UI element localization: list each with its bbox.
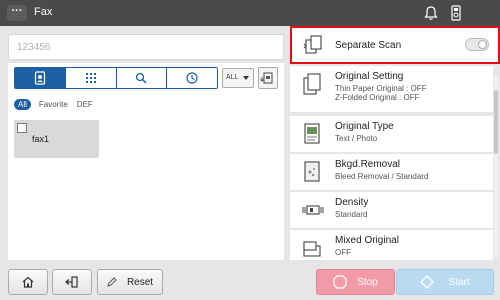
setting-title: Density xyxy=(335,197,369,208)
setting-bkgd-removal[interactable]: Bkgd.Removal Bleed Removal / Standard xyxy=(290,154,493,190)
setting-title: Original Type xyxy=(335,121,394,132)
setting-title: Original Setting xyxy=(335,71,404,82)
pencil-icon xyxy=(107,277,117,287)
background-removal-icon xyxy=(304,161,320,182)
tab-address-book[interactable] xyxy=(15,68,66,88)
setting-density[interactable]: Density Standard xyxy=(290,192,493,228)
setting-title: Bkgd.Removal xyxy=(335,159,401,170)
reset-button[interactable]: Reset xyxy=(97,269,163,295)
start-label: Start xyxy=(448,276,470,288)
destination-value: 123456 xyxy=(17,42,51,53)
filter-all[interactable]: All xyxy=(14,98,31,110)
tab-keypad[interactable] xyxy=(65,68,117,88)
search-icon xyxy=(136,72,147,84)
index-dropdown[interactable]: ALL xyxy=(222,68,254,88)
scrollbar-thumb[interactable] xyxy=(494,90,498,154)
history-icon xyxy=(186,72,198,84)
tab-search[interactable] xyxy=(116,68,168,88)
filter-row: All Favorite DEF xyxy=(14,97,102,111)
reset-label: Reset xyxy=(126,276,154,288)
stop-button[interactable]: Stop xyxy=(316,269,395,295)
setting-title: Mixed Original xyxy=(335,235,399,246)
density-icon xyxy=(302,205,324,215)
keypad-icon xyxy=(85,73,96,83)
tab-history[interactable] xyxy=(167,68,217,88)
title-bar: ··· Fax xyxy=(0,0,500,26)
menu-button[interactable]: ··· xyxy=(7,5,27,21)
stop-label: Stop xyxy=(357,276,378,288)
setting-separate-scan[interactable]: Separate Scan xyxy=(290,26,500,64)
setting-original-setting[interactable]: Original Setting Thin Paper Original : O… xyxy=(290,66,493,112)
mixed-original-icon xyxy=(303,241,321,257)
setting-value-1: OFF xyxy=(335,248,351,257)
bell-icon[interactable] xyxy=(422,4,440,22)
bottom-bar: Reset Stop Start xyxy=(0,264,500,300)
back-icon xyxy=(65,276,78,288)
original-setting-icon xyxy=(303,73,321,95)
separate-scan-icon xyxy=(303,35,322,54)
toggle-knob xyxy=(478,40,487,49)
setting-value-1: Bleed Removal / Standard xyxy=(335,172,429,181)
usb-memory-icon[interactable] xyxy=(447,4,465,22)
setting-original-type[interactable]: Original Type Text / Photo xyxy=(290,116,493,152)
setting-value-1: Text / Photo xyxy=(335,134,378,143)
separate-scan-toggle[interactable] xyxy=(465,38,489,51)
filter-favorite[interactable]: Favorite xyxy=(39,100,68,109)
swap-view-icon xyxy=(260,72,273,84)
app-title: Fax xyxy=(34,6,53,18)
settings-scrollbar[interactable] xyxy=(494,76,498,258)
home-button[interactable] xyxy=(8,269,48,295)
swap-view-button[interactable] xyxy=(258,67,278,89)
address-entry[interactable]: fax1 xyxy=(14,120,99,158)
address-book-icon xyxy=(34,71,45,85)
address-tabs xyxy=(14,67,218,89)
start-icon xyxy=(420,275,435,289)
separate-scan-title: Separate Scan xyxy=(335,40,402,51)
setting-value-1: Standard xyxy=(335,210,368,219)
original-type-icon xyxy=(304,123,320,144)
home-icon xyxy=(22,276,34,288)
chevron-down-icon xyxy=(243,76,249,80)
entry-checkbox[interactable] xyxy=(17,123,27,133)
start-button[interactable]: Start xyxy=(396,269,494,295)
filter-def[interactable]: DEF xyxy=(77,100,93,109)
entry-name: fax1 xyxy=(32,134,50,144)
back-button[interactable] xyxy=(52,269,92,295)
address-book-panel: ALL All Favorite DEF fax1 xyxy=(8,63,284,260)
setting-value-1: Thin Paper Original : OFF xyxy=(335,84,427,93)
setting-value-2: Z-Folded Original : OFF xyxy=(335,93,420,102)
destination-input[interactable]: 123456 xyxy=(8,34,284,60)
stop-icon xyxy=(333,275,347,289)
index-dropdown-value: ALL xyxy=(226,74,239,81)
setting-mixed-original[interactable]: Mixed Original OFF xyxy=(290,230,493,260)
